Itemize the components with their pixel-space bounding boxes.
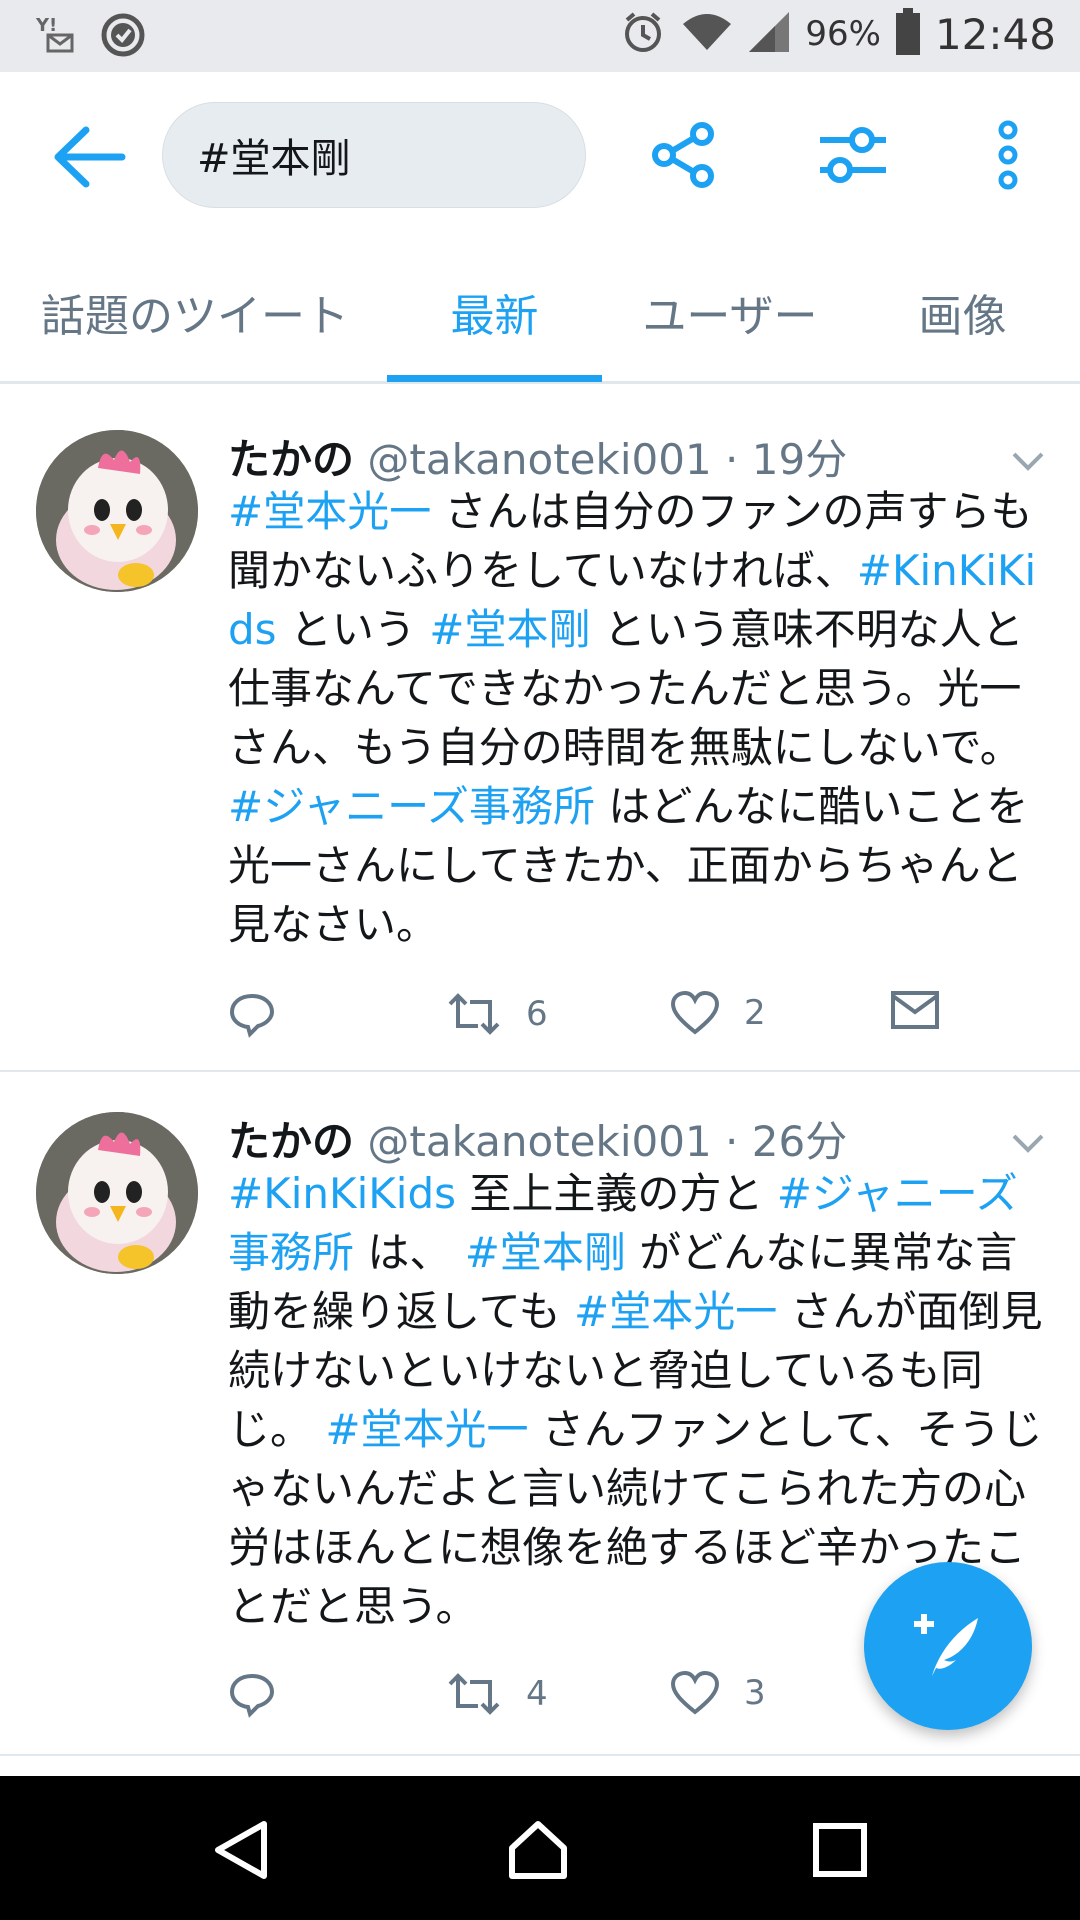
- retweet-count: 4: [526, 1674, 548, 1714]
- hashtag-link[interactable]: #KinKiKids: [228, 1169, 456, 1218]
- tweet-actions: 6 2: [228, 990, 948, 1050]
- hashtag-link[interactable]: #堂本光一: [228, 487, 431, 536]
- tweet-text-segment: は、: [354, 1228, 465, 1277]
- signal-icon: [747, 10, 791, 58]
- search-query: #堂本剛: [197, 136, 351, 182]
- tab-label: 画像: [918, 290, 1007, 342]
- heart-icon: [670, 990, 720, 1035]
- clock: 12:48: [934, 9, 1056, 59]
- tab-top-tweets[interactable]: 話題のツイート: [20, 242, 370, 381]
- status-bar: Y! 96% 12:48: [0, 0, 1080, 72]
- hashtag-link[interactable]: #堂本剛: [429, 605, 590, 654]
- compose-tweet-button[interactable]: [864, 1562, 1032, 1730]
- tweet-text-segment: という: [276, 605, 430, 654]
- tweet-text: #堂本光一 さんは自分のファンの声すらも聞かないふりをしていなければ、#KinK…: [228, 482, 1048, 954]
- svg-text:Y!: Y!: [35, 15, 57, 36]
- retweet-button[interactable]: 4: [446, 1670, 548, 1718]
- chevron-down-icon[interactable]: [1008, 1130, 1048, 1156]
- yahoo-mail-icon: Y!: [34, 13, 78, 61]
- tab-label: 話題のツイート: [41, 290, 349, 342]
- back-arrow-icon[interactable]: [52, 124, 128, 190]
- filter-icon[interactable]: [818, 120, 888, 190]
- reply-icon: [229, 993, 275, 1038]
- envelope-icon: [891, 991, 939, 1029]
- tweet-header: たかの @takanoteki001 · 26分: [228, 1108, 847, 1169]
- retweet-icon: [448, 993, 500, 1035]
- recents-nav-icon[interactable]: [808, 1818, 872, 1882]
- hashtag-link[interactable]: #堂本光一: [325, 1405, 528, 1454]
- like-button[interactable]: 2: [670, 990, 766, 1036]
- user-handle[interactable]: @takanoteki001: [367, 435, 711, 484]
- battery-icon: [895, 8, 921, 60]
- share-icon[interactable]: [650, 120, 720, 190]
- tweet-text-segment: 至上主義の方と: [456, 1169, 777, 1218]
- user-handle[interactable]: @takanoteki001: [367, 1117, 711, 1166]
- wifi-icon: [681, 10, 733, 58]
- reply-button[interactable]: [228, 990, 276, 1038]
- reply-button[interactable]: [228, 1670, 276, 1718]
- hashtag-link[interactable]: #堂本光一: [574, 1287, 777, 1336]
- retweet-count: 6: [526, 994, 548, 1034]
- tab-images[interactable]: 画像: [880, 242, 1045, 381]
- back-nav-icon[interactable]: [210, 1818, 274, 1882]
- retweet-icon: [448, 1673, 500, 1715]
- chevron-down-icon[interactable]: [1008, 448, 1048, 474]
- tab-latest[interactable]: 最新: [387, 242, 602, 381]
- battery-percent: 96%: [805, 14, 881, 54]
- like-button[interactable]: 3: [670, 1670, 766, 1716]
- tweet-feed: たかの @takanoteki001 · 19分 #堂本光一 さんは自分のファン…: [0, 390, 1080, 1756]
- retweet-button[interactable]: 6: [446, 990, 548, 1038]
- direct-message-button[interactable]: [890, 990, 940, 1030]
- hashtag-link[interactable]: #堂本剛: [465, 1228, 626, 1277]
- tweet-actions: 4 3: [228, 1670, 948, 1730]
- search-input[interactable]: #堂本剛: [162, 102, 586, 208]
- check-circle-icon: [100, 12, 146, 62]
- tweet-header: たかの @takanoteki001 · 19分: [228, 426, 847, 487]
- app-bar: #堂本剛: [0, 72, 1080, 242]
- tab-users[interactable]: ユーザー: [620, 242, 840, 381]
- user-name[interactable]: たかの: [228, 435, 354, 484]
- like-count: 3: [744, 1673, 766, 1713]
- heart-icon: [670, 1670, 720, 1715]
- tweet-time: · 19分: [725, 435, 848, 484]
- tab-label: ユーザー: [642, 290, 818, 342]
- reply-icon: [229, 1673, 275, 1718]
- home-nav-icon[interactable]: [506, 1818, 570, 1882]
- hashtag-link[interactable]: #ジャニーズ事務所: [228, 782, 595, 831]
- avatar[interactable]: [36, 1112, 198, 1274]
- user-name[interactable]: たかの: [228, 1117, 354, 1166]
- more-vert-icon[interactable]: [985, 120, 1035, 190]
- system-nav-bar: [0, 1776, 1080, 1920]
- active-tab-indicator: [387, 375, 602, 382]
- alarm-icon: [619, 8, 667, 60]
- tweet[interactable]: たかの @takanoteki001 · 19分 #堂本光一 さんは自分のファン…: [0, 390, 1080, 1072]
- tab-label: 最新: [450, 290, 539, 342]
- avatar[interactable]: [36, 430, 198, 592]
- search-tabs: 話題のツイート 最新 ユーザー 画像: [0, 242, 1080, 384]
- like-count: 2: [744, 993, 766, 1033]
- tweet-time: · 26分: [725, 1117, 848, 1166]
- compose-feather-icon: [908, 1604, 988, 1688]
